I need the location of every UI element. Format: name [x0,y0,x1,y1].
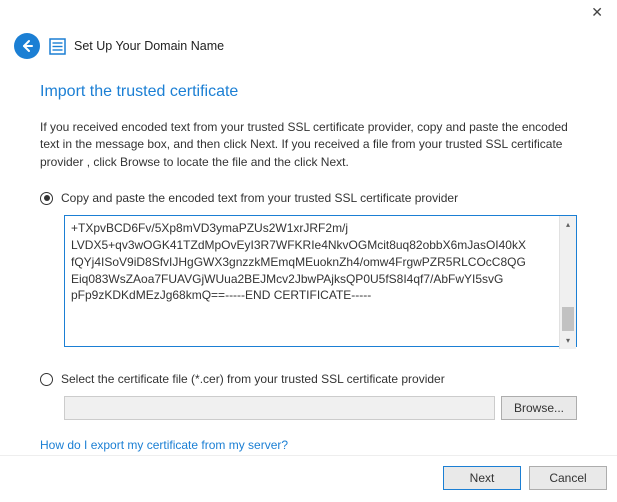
scroll-thumb[interactable] [562,307,574,331]
radio-paste-text-label: Copy and paste the encoded text from you… [61,191,458,205]
scrollbar[interactable]: ▴ ▾ [559,216,576,349]
radio-select-file[interactable] [40,373,53,386]
wizard-icon [48,37,66,55]
option-paste-text[interactable]: Copy and paste the encoded text from you… [40,191,577,205]
wizard-content: Import the trusted certificate If you re… [0,65,617,452]
scroll-down-icon[interactable]: ▾ [560,332,576,349]
radio-select-file-label: Select the certificate file (*.cer) from… [61,372,445,386]
browse-button[interactable]: Browse... [501,396,577,420]
radio-paste-text[interactable] [40,192,53,205]
scroll-up-icon[interactable]: ▴ [560,216,576,233]
close-icon[interactable]: ✕ [591,5,603,19]
arrow-left-icon [19,38,35,54]
cancel-button[interactable]: Cancel [529,466,607,490]
file-select-row: Browse... [64,396,577,420]
certificate-file-field [64,396,495,420]
wizard-title: Set Up Your Domain Name [74,39,224,53]
back-button[interactable] [14,33,40,59]
next-button[interactable]: Next [443,466,521,490]
page-description: If you received encoded text from your t… [40,119,577,171]
wizard-footer: Next Cancel [0,455,617,502]
certificate-text-input[interactable] [64,215,577,347]
help-link-export-cert[interactable]: How do I export my certificate from my s… [40,438,288,452]
certificate-text-wrap: ▴ ▾ [64,215,577,350]
option-select-file[interactable]: Select the certificate file (*.cer) from… [40,372,577,386]
wizard-header: Set Up Your Domain Name [0,0,617,65]
page-subtitle: Import the trusted certificate [40,83,577,101]
